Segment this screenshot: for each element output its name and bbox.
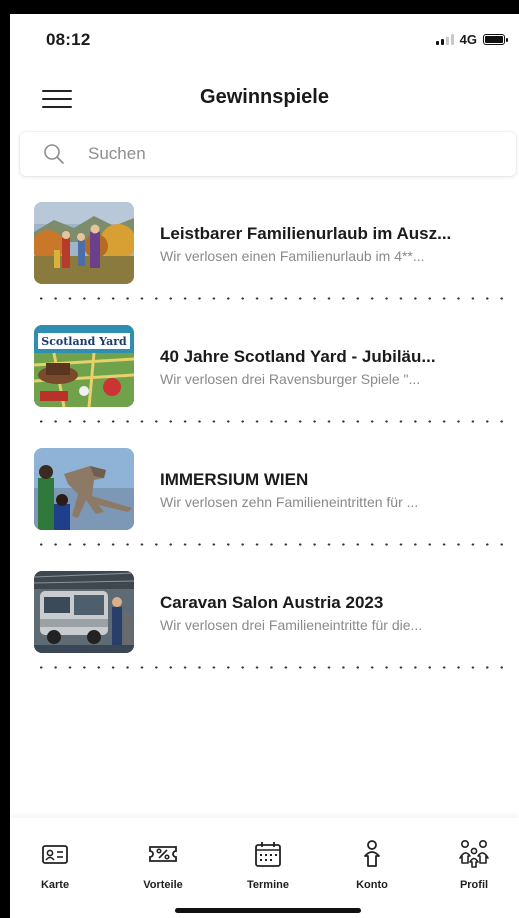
tab-label: Termine xyxy=(247,879,289,891)
list-item[interactable]: Caravan Salon Austria 2023 Wir verlosen … xyxy=(10,565,519,688)
list-item[interactable]: Leistbarer Familienurlaub im Ausz... Wir… xyxy=(10,196,519,319)
calendar-icon xyxy=(255,842,281,867)
app-screen: 08:12 4G Gewinnspiele Suchen Leistbarer … xyxy=(10,14,519,918)
id-card-icon xyxy=(42,845,68,864)
search-input[interactable] xyxy=(88,144,448,164)
bottom-tab-bar: Karte Vorteile Termine Konto Profil xyxy=(10,818,519,918)
dinosaur-exhibit-photo xyxy=(34,448,134,530)
dotted-divider xyxy=(34,666,506,669)
list-item-title: Caravan Salon Austria 2023 xyxy=(160,593,384,612)
caravan-photo xyxy=(34,571,134,653)
tab-label: Vorteile xyxy=(143,879,183,891)
tab-karte[interactable]: Karte xyxy=(15,838,95,891)
person-icon xyxy=(364,840,380,867)
list-item-subtitle: Wir verlosen drei Ravensburger Spiele ".… xyxy=(160,371,421,387)
status-bar: 08:12 4G xyxy=(10,14,519,64)
tab-label: Profil xyxy=(459,879,489,891)
tab-label: Karte xyxy=(40,879,70,891)
list-item-subtitle: Wir verlosen drei Familieneintritte für … xyxy=(160,617,423,633)
tab-vorteile[interactable]: Vorteile xyxy=(123,838,203,891)
list-item-subtitle: Wir verlosen zehn Familieneintritten für… xyxy=(160,494,419,510)
family-autumn-photo xyxy=(34,202,134,284)
network-label: 4G xyxy=(459,32,477,47)
family-icon xyxy=(459,839,489,868)
scotland-yard-board-game-photo: Scotland Yard xyxy=(34,325,134,407)
scotland-yard-logo-text: Scotland Yard xyxy=(41,335,127,348)
status-indicators: 4G xyxy=(435,32,508,47)
page-title: Gewinnspiele xyxy=(200,86,329,108)
list-item-subtitle: Wir verlosen einen Familienurlaub im 4**… xyxy=(160,248,425,264)
search-icon xyxy=(44,144,64,164)
tab-konto[interactable]: Konto xyxy=(332,838,412,891)
dotted-divider xyxy=(34,543,506,546)
battery-icon xyxy=(483,34,508,45)
contest-list: Leistbarer Familienurlaub im Ausz... Wir… xyxy=(10,196,519,688)
list-item[interactable]: IMMERSIUM WIEN Wir verlosen zehn Familie… xyxy=(10,442,519,565)
tab-label: Konto xyxy=(356,879,388,891)
home-indicator[interactable] xyxy=(175,908,361,913)
search-bar[interactable] xyxy=(20,132,516,176)
tab-profil[interactable]: Profil xyxy=(434,838,514,891)
dotted-divider xyxy=(34,420,506,423)
list-item[interactable]: Scotland Yard 40 Jahre Scotland Yard - J… xyxy=(10,319,519,442)
tab-termine[interactable]: Termine xyxy=(228,838,308,891)
dotted-divider xyxy=(34,297,506,300)
list-item-title: IMMERSIUM WIEN xyxy=(160,470,309,489)
status-time: 08:12 xyxy=(46,30,91,49)
ticket-percent-icon xyxy=(149,846,177,862)
list-item-title: Leistbarer Familienurlaub im Ausz... xyxy=(160,224,452,243)
signal-icon xyxy=(435,34,454,45)
app-header: Gewinnspiele xyxy=(10,76,519,122)
list-item-title: 40 Jahre Scotland Yard - Jubiläu... xyxy=(160,347,436,366)
